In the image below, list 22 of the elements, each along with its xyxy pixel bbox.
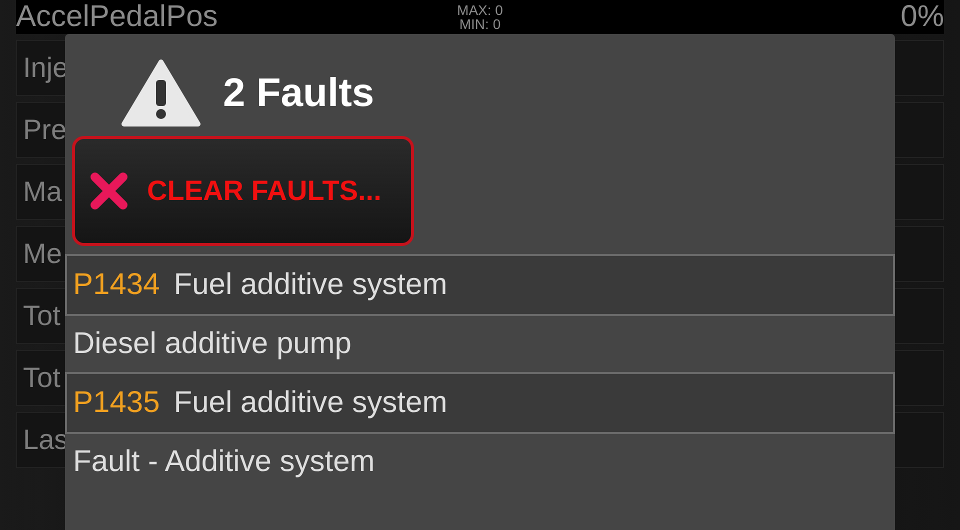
parameter-label: Inje [23,52,68,84]
close-icon [89,171,129,211]
fault-name: Fuel additive system [174,268,448,302]
fault-code: P1434 [73,268,160,302]
parameter-label: Tot [23,362,60,394]
parameter-label: Ma [23,176,62,208]
fault-row[interactable]: P1435 Fuel additive system [65,372,895,434]
parameter-name: AccelPedalPos [16,2,219,32]
parameter-label: Pre [23,114,67,146]
parameter-label: Tot [23,300,60,332]
warning-icon [121,58,201,128]
parameter-value: 0% [900,0,944,34]
max-value: MAX: 0 [457,3,503,17]
dialog-title: 2 Faults [223,70,374,116]
fault-detail: Fault - Additive system [73,445,375,479]
min-value: MIN: 0 [459,17,501,31]
parameter-label: Me [23,238,62,270]
fault-code: P1435 [73,386,160,420]
fault-row[interactable]: P1434 Fuel additive system [65,254,895,316]
fault-detail: Diesel additive pump [73,327,352,361]
fault-name: Fuel additive system [174,386,448,420]
clear-faults-button[interactable]: CLEAR FAULTS... [72,136,414,246]
